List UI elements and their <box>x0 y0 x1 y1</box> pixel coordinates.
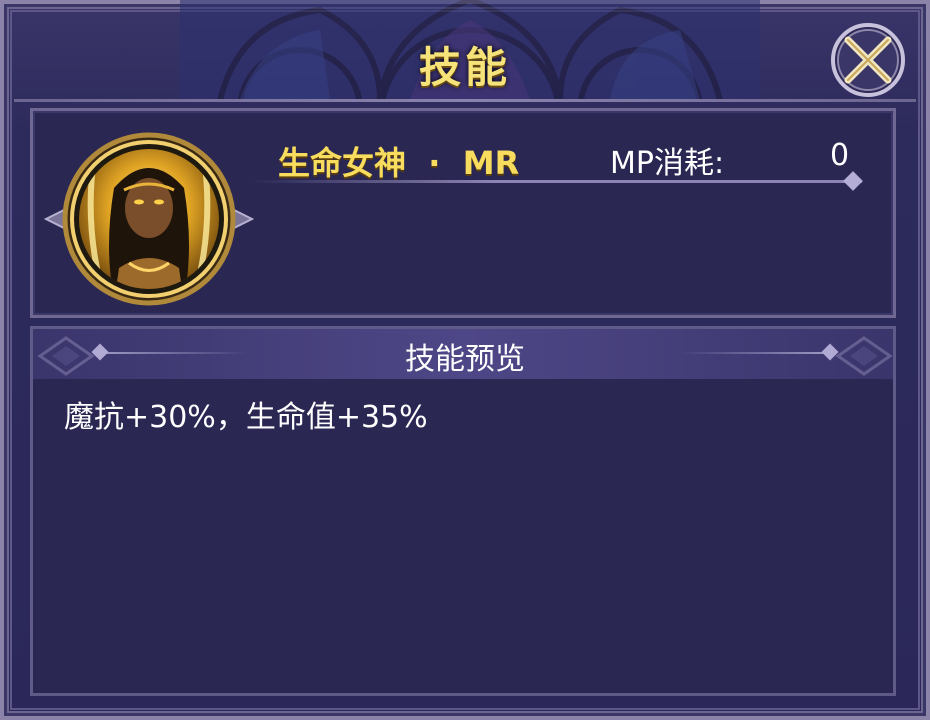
skill-name-underline <box>250 180 862 183</box>
skill-rarity: MR <box>462 144 520 182</box>
header-divider <box>14 99 916 102</box>
close-x-icon[interactable] <box>830 22 906 98</box>
skill-description: 魔抗+30%，生命值+35% <box>64 400 428 435</box>
skill-name: 生命女神 <box>278 144 407 182</box>
dialog-title: 技能 <box>418 43 511 92</box>
name-separator: · <box>428 144 441 182</box>
preview-title: 技能预览 <box>405 342 525 377</box>
skill-name-line: 生命女神 · MR <box>278 138 519 184</box>
skill-preview-panel <box>30 326 896 696</box>
mp-cost-label: MP消耗: <box>610 146 725 181</box>
mp-cost-value: 0 <box>830 138 850 173</box>
goddess-portrait <box>44 132 254 306</box>
